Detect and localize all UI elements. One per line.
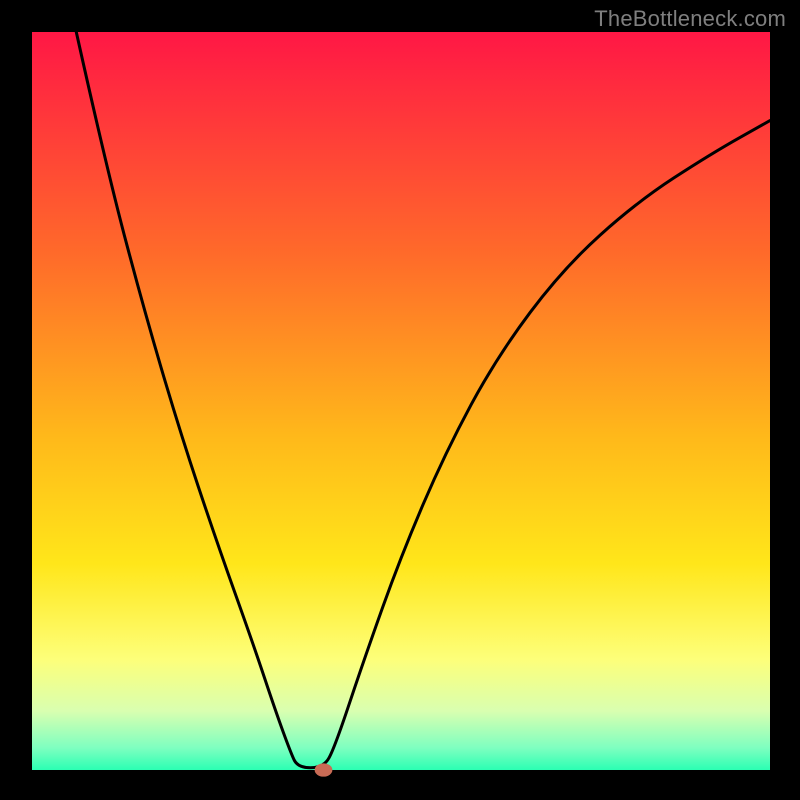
chart-frame: TheBottleneck.com <box>0 0 800 800</box>
watermark-label: TheBottleneck.com <box>594 6 786 32</box>
bottleneck-chart <box>0 0 800 800</box>
optimal-point-marker <box>315 763 333 776</box>
plot-background <box>32 32 770 770</box>
